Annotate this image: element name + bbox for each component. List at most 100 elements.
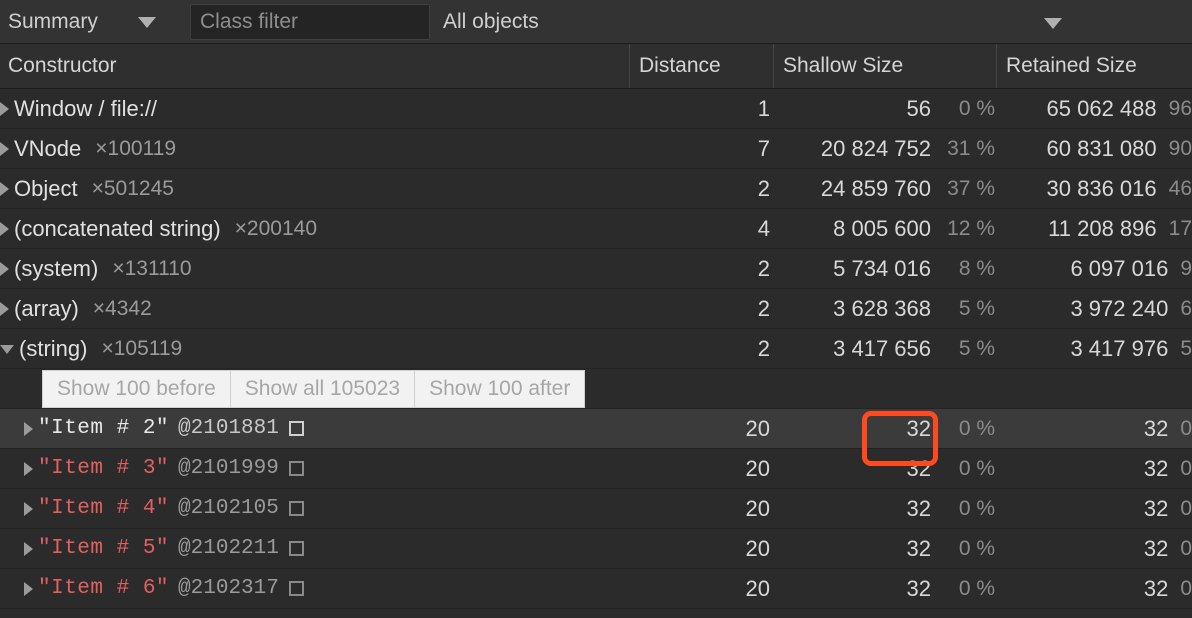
toolbar: Summary All objects: [0, 0, 1192, 44]
retained-size-cell-percent: 96: [1168, 96, 1192, 120]
show-before-button[interactable]: Show 100 before: [42, 369, 230, 408]
column-resizer[interactable]: [773, 44, 774, 88]
table-row[interactable]: "Item # 5" @2102211 20 32 0 % 32 0: [0, 529, 1192, 569]
disclosure-triangle-collapsed-icon[interactable]: [0, 101, 9, 116]
class-filter-input[interactable]: [190, 4, 430, 40]
object-cell: "Item # 2" @2101881: [0, 409, 628, 448]
retained-size-cell: 3 972 240 6: [997, 289, 1192, 328]
shallow-size-cell: 24 859 760 37 %: [774, 169, 995, 208]
shallow-size-cell-percent: 0 %: [958, 416, 995, 440]
disclosure-triangle-collapsed-icon[interactable]: [0, 181, 9, 196]
table-row[interactable]: "Item # 2" @2101881 20 32 0 % 32 0: [0, 409, 1192, 449]
retained-size-cell-percent: 6: [1180, 296, 1192, 320]
column-header-constructor[interactable]: Constructor: [8, 44, 117, 88]
table-row[interactable]: "Item # 4" @2102105 20 32 0 % 32 0: [0, 489, 1192, 529]
column-header-shallow-size[interactable]: Shallow Size: [783, 44, 903, 88]
scope-select[interactable]: All objects: [443, 7, 539, 37]
object-id: @2101881: [178, 417, 279, 440]
object-id: @2102105: [178, 497, 279, 520]
distance-cell: 7: [630, 129, 770, 168]
disclosure-triangle-collapsed-icon[interactable]: [24, 421, 33, 436]
retained-size-cell-value: 32: [1143, 535, 1169, 561]
table-row[interactable]: "Item # 6" @2102317 20 32 0 % 32 0: [0, 569, 1192, 609]
show-more-clip: Show 100 before Show all 105023 Show 100 a…: [0, 369, 628, 408]
shallow-size-cell-percent: 37 %: [947, 176, 995, 200]
table-row[interactable]: (array) ×4342 2 3 628 368 5 % 3 972 240 6: [0, 289, 1192, 329]
table-row[interactable]: VNode ×100119 7 20 824 752 31 % 60 831 080 90: [0, 129, 1192, 169]
shallow-size-cell-value: 32: [906, 415, 931, 441]
table-row[interactable]: "Item # 3" @2101999 20 32 0 % 32 0: [0, 449, 1192, 489]
retained-size-cell-percent: 90: [1168, 136, 1192, 160]
retained-size-cell: 32 0: [997, 489, 1192, 528]
shallow-size-cell-value: 56: [906, 95, 931, 121]
object-preview-icon[interactable]: [288, 461, 304, 476]
shallow-size-cell-percent: 0 %: [958, 576, 995, 600]
object-preview-icon[interactable]: [288, 501, 304, 516]
object-cell: "Item # 3" @2101999: [0, 449, 628, 488]
object-preview-icon[interactable]: [288, 421, 304, 436]
retained-size-cell: 60 831 080 90: [997, 129, 1192, 168]
distance-cell: 2: [630, 329, 770, 368]
constructor-cell: Object ×501245: [0, 169, 628, 208]
column-resizer[interactable]: [996, 44, 997, 88]
shallow-size-cell-percent: 5 %: [958, 296, 995, 320]
scope-select-caret[interactable]: [1043, 16, 1063, 30]
constructor-name: (system): [14, 255, 99, 281]
object-id: @2101999: [178, 457, 279, 480]
chevron-down-icon: [1044, 17, 1062, 29]
constructor-name: VNode: [14, 135, 82, 161]
heap-snapshot-panel: Summary All objects Constructor Distance…: [0, 0, 1192, 618]
constructor-cell: (system) ×131110: [0, 249, 628, 288]
disclosure-triangle-collapsed-icon[interactable]: [24, 581, 33, 596]
shallow-size-cell: 56 0 %: [774, 89, 995, 128]
show-after-button[interactable]: Show 100 after: [414, 369, 586, 408]
shallow-size-cell-percent: 31 %: [947, 136, 995, 160]
shallow-size-cell: 32 0 %: [774, 489, 995, 528]
instance-count: ×501245: [91, 176, 174, 200]
constructor-name: (array): [14, 295, 79, 321]
disclosure-triangle-collapsed-icon[interactable]: [0, 301, 9, 316]
disclosure-triangle-collapsed-icon[interactable]: [24, 461, 33, 476]
retained-size-cell-percent: 9: [1180, 256, 1192, 280]
shallow-size-cell-value: 20 824 752: [820, 135, 931, 161]
distance-cell: 2: [630, 249, 770, 288]
show-all-button[interactable]: Show all 105023: [229, 369, 415, 408]
constructor-name: Window / file://: [14, 95, 158, 121]
retained-size-cell-percent: 0: [1180, 456, 1192, 480]
show-more-button-group: Show 100 before Show all 105023 Show 100 a…: [42, 369, 586, 408]
shallow-size-cell: 3 417 656 5 %: [774, 329, 995, 368]
column-header-distance[interactable]: Distance: [639, 44, 721, 88]
view-select[interactable]: Summary: [8, 7, 156, 37]
shallow-size-cell: 32 0 %: [774, 409, 995, 448]
retained-size-cell-percent: 0: [1180, 576, 1192, 600]
shallow-size-cell-percent: 5 %: [958, 336, 995, 360]
table-row[interactable]: (system) ×131110 2 5 734 016 8 % 6 097 016 9: [0, 249, 1192, 289]
retained-size-cell-value: 3 972 240: [1070, 295, 1169, 321]
disclosure-triangle-collapsed-icon[interactable]: [0, 141, 9, 156]
data-grid-header: Constructor Distance Shallow Size Retain…: [0, 44, 1192, 89]
disclosure-triangle-expanded-icon[interactable]: [0, 345, 14, 354]
retained-size-cell-value: 3 417 976: [1070, 335, 1169, 361]
retained-size-cell-percent: 5: [1180, 336, 1192, 360]
retained-size-cell-percent: 0: [1180, 416, 1192, 440]
column-header-retained-size[interactable]: Retained Size: [1006, 44, 1137, 88]
shallow-size-cell-percent: 12 %: [947, 216, 995, 240]
table-row[interactable]: Object ×501245 2 24 859 760 37 % 30 836 016 46: [0, 169, 1192, 209]
distance-cell: 2: [630, 289, 770, 328]
table-row[interactable]: Window / file:// 1 56 0 % 65 062 488 96: [0, 89, 1192, 129]
retained-size-cell: 32 0: [997, 449, 1192, 488]
distance-cell: 1: [630, 89, 770, 128]
distance-cell-value: 20: [745, 455, 770, 481]
table-row[interactable]: (concatenated string) ×200140 4 8 005 600 12…: [0, 209, 1192, 249]
disclosure-triangle-collapsed-icon[interactable]: [24, 501, 33, 516]
distance-cell-value: 20: [745, 575, 770, 601]
object-preview-icon[interactable]: [288, 541, 304, 556]
disclosure-triangle-collapsed-icon[interactable]: [24, 541, 33, 556]
disclosure-triangle-collapsed-icon[interactable]: [0, 221, 9, 236]
retained-size-cell-value: 6 097 016: [1070, 255, 1169, 281]
object-preview-icon[interactable]: [288, 581, 304, 596]
shallow-size-cell: 8 005 600 12 %: [774, 209, 995, 248]
disclosure-triangle-collapsed-icon[interactable]: [0, 261, 9, 276]
table-row[interactable]: (string) ×105119 2 3 417 656 5 % 3 417 976 5: [0, 329, 1192, 369]
column-resizer[interactable]: [629, 44, 630, 88]
